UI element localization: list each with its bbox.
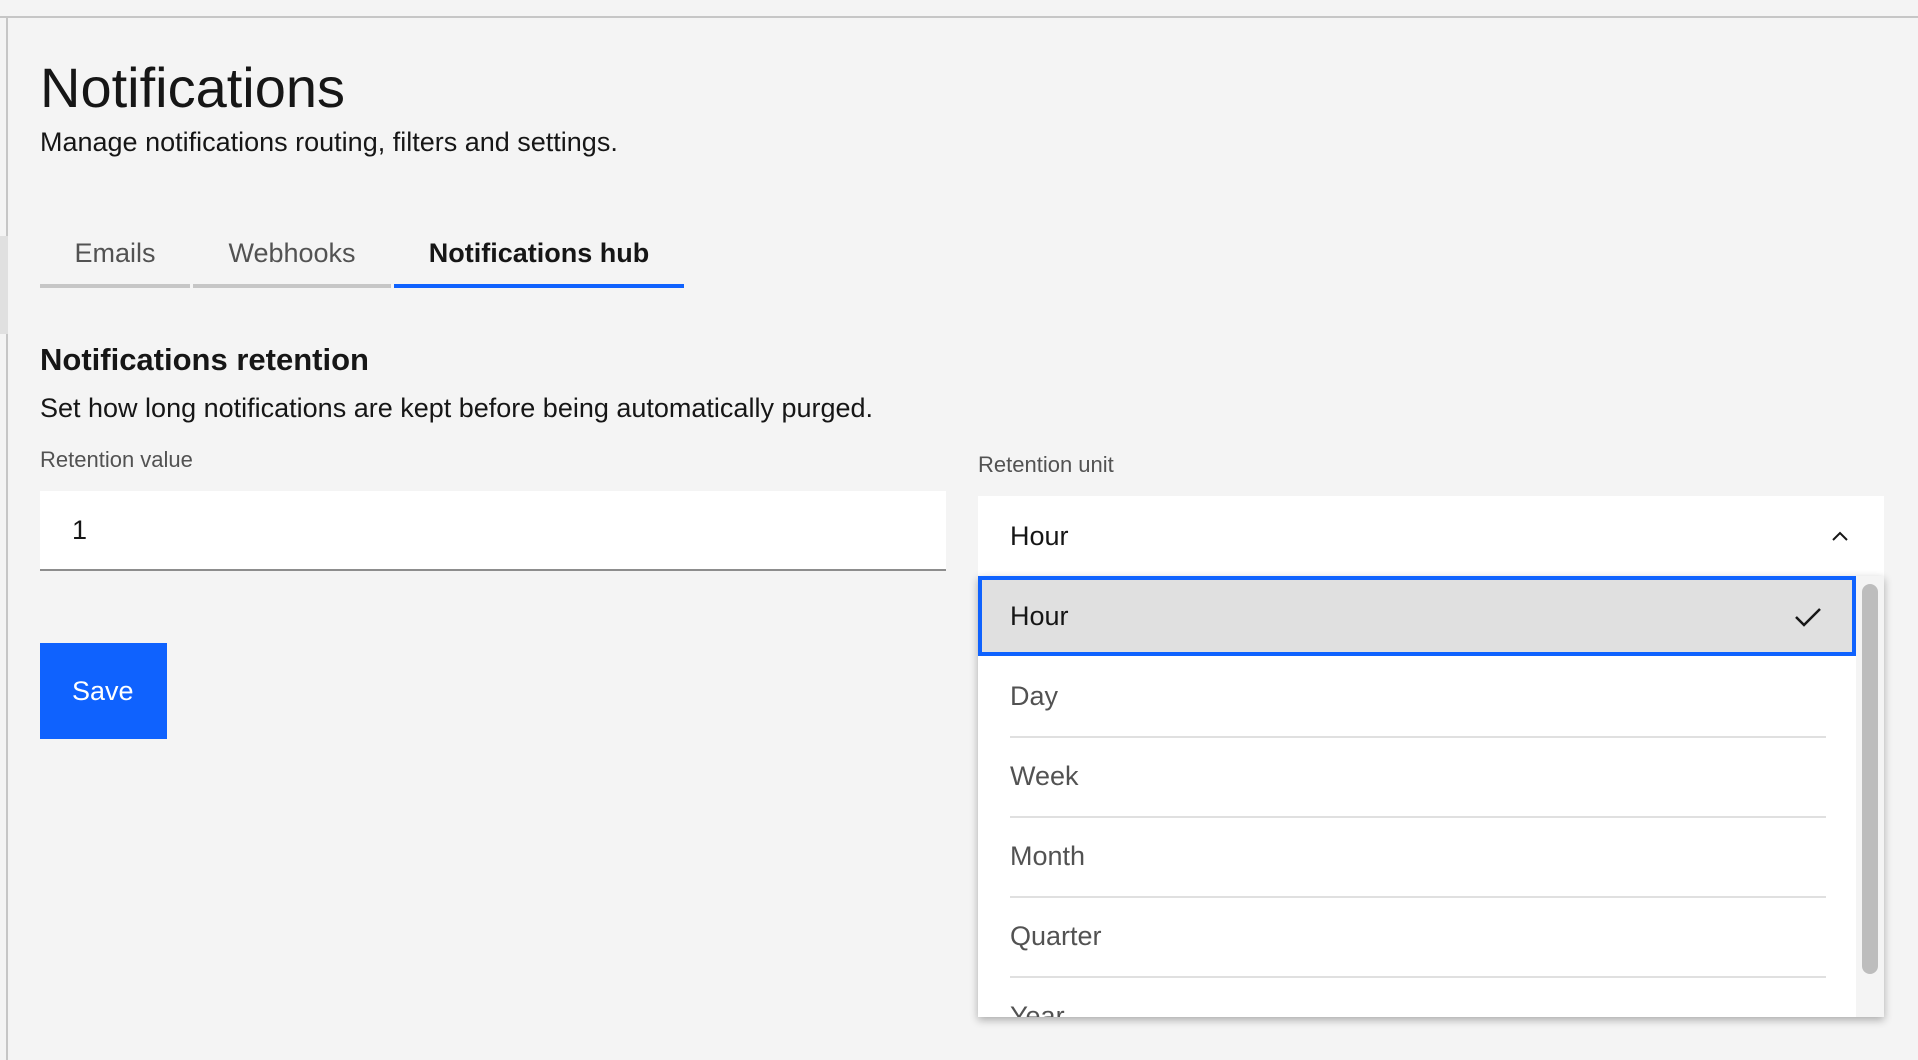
retention-section-title: Notifications retention: [40, 342, 369, 377]
left-border: [0, 18, 8, 1060]
option-label: Month: [1010, 840, 1086, 871]
option-day[interactable]: Day: [978, 656, 1856, 736]
option-quarter[interactable]: Quarter: [978, 896, 1856, 976]
retention-value-label: Retention value: [40, 447, 193, 472]
option-divider: [1010, 736, 1826, 738]
option-month[interactable]: Month: [978, 816, 1856, 896]
tab-emails[interactable]: Emails: [40, 222, 190, 288]
checkmark-icon: [1795, 608, 1821, 627]
option-label: Year: [1010, 1000, 1065, 1018]
option-label: Hour: [1010, 600, 1069, 631]
retention-unit-menu: Hour Day Week Month Quarter Year: [978, 576, 1884, 1017]
left-notch: [0, 236, 8, 334]
option-label: Week: [1010, 760, 1079, 791]
option-week[interactable]: Week: [978, 736, 1856, 816]
chevron-up-icon[interactable]: [1830, 526, 1850, 546]
option-year[interactable]: Year: [978, 976, 1856, 1017]
tab-notifications-hub[interactable]: Notifications hub: [394, 222, 684, 288]
retention-value-input[interactable]: [40, 491, 946, 571]
retention-unit-selected-value: Hour: [1010, 520, 1069, 551]
page-title: Notifications: [40, 56, 346, 119]
menu-scrollbar[interactable]: [1856, 576, 1884, 1017]
option-divider: [1010, 976, 1826, 978]
page-subtitle: Manage notifications routing, filters an…: [40, 127, 618, 157]
retention-section-description: Set how long notifications are kept befo…: [40, 393, 874, 423]
tab-list: Emails Webhooks Notifications hub: [40, 222, 687, 288]
option-divider: [1010, 816, 1826, 818]
top-border: [0, 0, 1918, 18]
tab-webhooks[interactable]: Webhooks: [193, 222, 391, 288]
option-hour[interactable]: Hour: [978, 576, 1856, 656]
option-divider: [1010, 896, 1826, 898]
option-label: Quarter: [1010, 920, 1102, 951]
retention-unit-dropdown[interactable]: Hour: [978, 496, 1884, 576]
retention-unit-label: Retention unit: [978, 452, 1114, 477]
menu-scrollbar-thumb[interactable]: [1862, 584, 1878, 974]
save-button[interactable]: Save: [40, 643, 167, 739]
option-label: Day: [1010, 680, 1059, 711]
